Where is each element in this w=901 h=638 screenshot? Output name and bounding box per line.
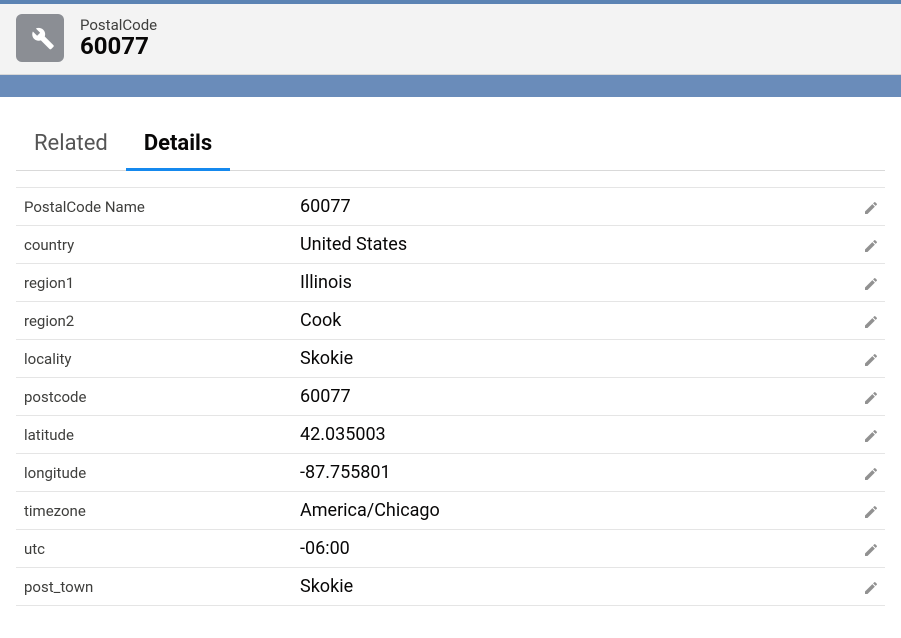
field-row-region1: region1 Illinois [16, 264, 885, 302]
field-label: longitude [22, 464, 300, 482]
field-row-postalcode-name: PostalCode Name 60077 [16, 187, 885, 226]
wrench-icon [25, 21, 55, 55]
pencil-icon[interactable] [857, 349, 879, 368]
field-value: 60077 [300, 386, 857, 407]
field-value: America/Chicago [300, 500, 857, 521]
field-value: 60077 [300, 196, 857, 217]
field-label: postcode [22, 388, 300, 406]
header-text: PostalCode 60077 [80, 16, 157, 60]
field-value: 42.035003 [300, 424, 857, 445]
field-label: post_town [22, 578, 300, 596]
field-value: Skokie [300, 348, 857, 369]
field-row-longitude: longitude -87.755801 [16, 454, 885, 492]
field-value: United States [300, 234, 857, 255]
field-label: utc [22, 540, 300, 558]
pencil-icon[interactable] [857, 273, 879, 292]
field-label: PostalCode Name [22, 198, 300, 216]
pencil-icon[interactable] [857, 197, 879, 216]
field-label: locality [22, 350, 300, 368]
field-value: Illinois [300, 272, 857, 293]
field-value: -87.755801 [300, 462, 857, 483]
pencil-icon[interactable] [857, 539, 879, 558]
field-label: region1 [22, 274, 300, 292]
tab-details[interactable]: Details [126, 121, 230, 171]
field-value: Skokie [300, 576, 857, 597]
field-row-region2: region2 Cook [16, 302, 885, 340]
field-value: -06:00 [300, 538, 857, 559]
field-row-utc: utc -06:00 [16, 530, 885, 568]
field-row-locality: locality Skokie [16, 340, 885, 378]
field-row-timezone: timezone America/Chicago [16, 492, 885, 530]
field-row-post-town: post_town Skokie [16, 568, 885, 606]
field-label: timezone [22, 502, 300, 520]
field-label: latitude [22, 426, 300, 444]
field-value: Cook [300, 310, 857, 331]
record-icon-box [16, 14, 64, 62]
record-title: 60077 [80, 32, 157, 60]
details-panel: PostalCode Name 60077 country United Sta… [16, 187, 885, 606]
field-row-latitude: latitude 42.035003 [16, 416, 885, 454]
tabs: Related Details [16, 121, 885, 171]
pencil-icon[interactable] [857, 501, 879, 520]
tab-related[interactable]: Related [16, 121, 126, 171]
pencil-icon[interactable] [857, 387, 879, 406]
field-label: region2 [22, 312, 300, 330]
pencil-icon[interactable] [857, 463, 879, 482]
field-row-postcode: postcode 60077 [16, 378, 885, 416]
pencil-icon[interactable] [857, 311, 879, 330]
record-header: PostalCode 60077 [0, 4, 901, 75]
pencil-icon[interactable] [857, 425, 879, 444]
banner-strip [0, 75, 901, 97]
field-row-country: country United States [16, 226, 885, 264]
field-label: country [22, 236, 300, 254]
pencil-icon[interactable] [857, 577, 879, 596]
pencil-icon[interactable] [857, 235, 879, 254]
